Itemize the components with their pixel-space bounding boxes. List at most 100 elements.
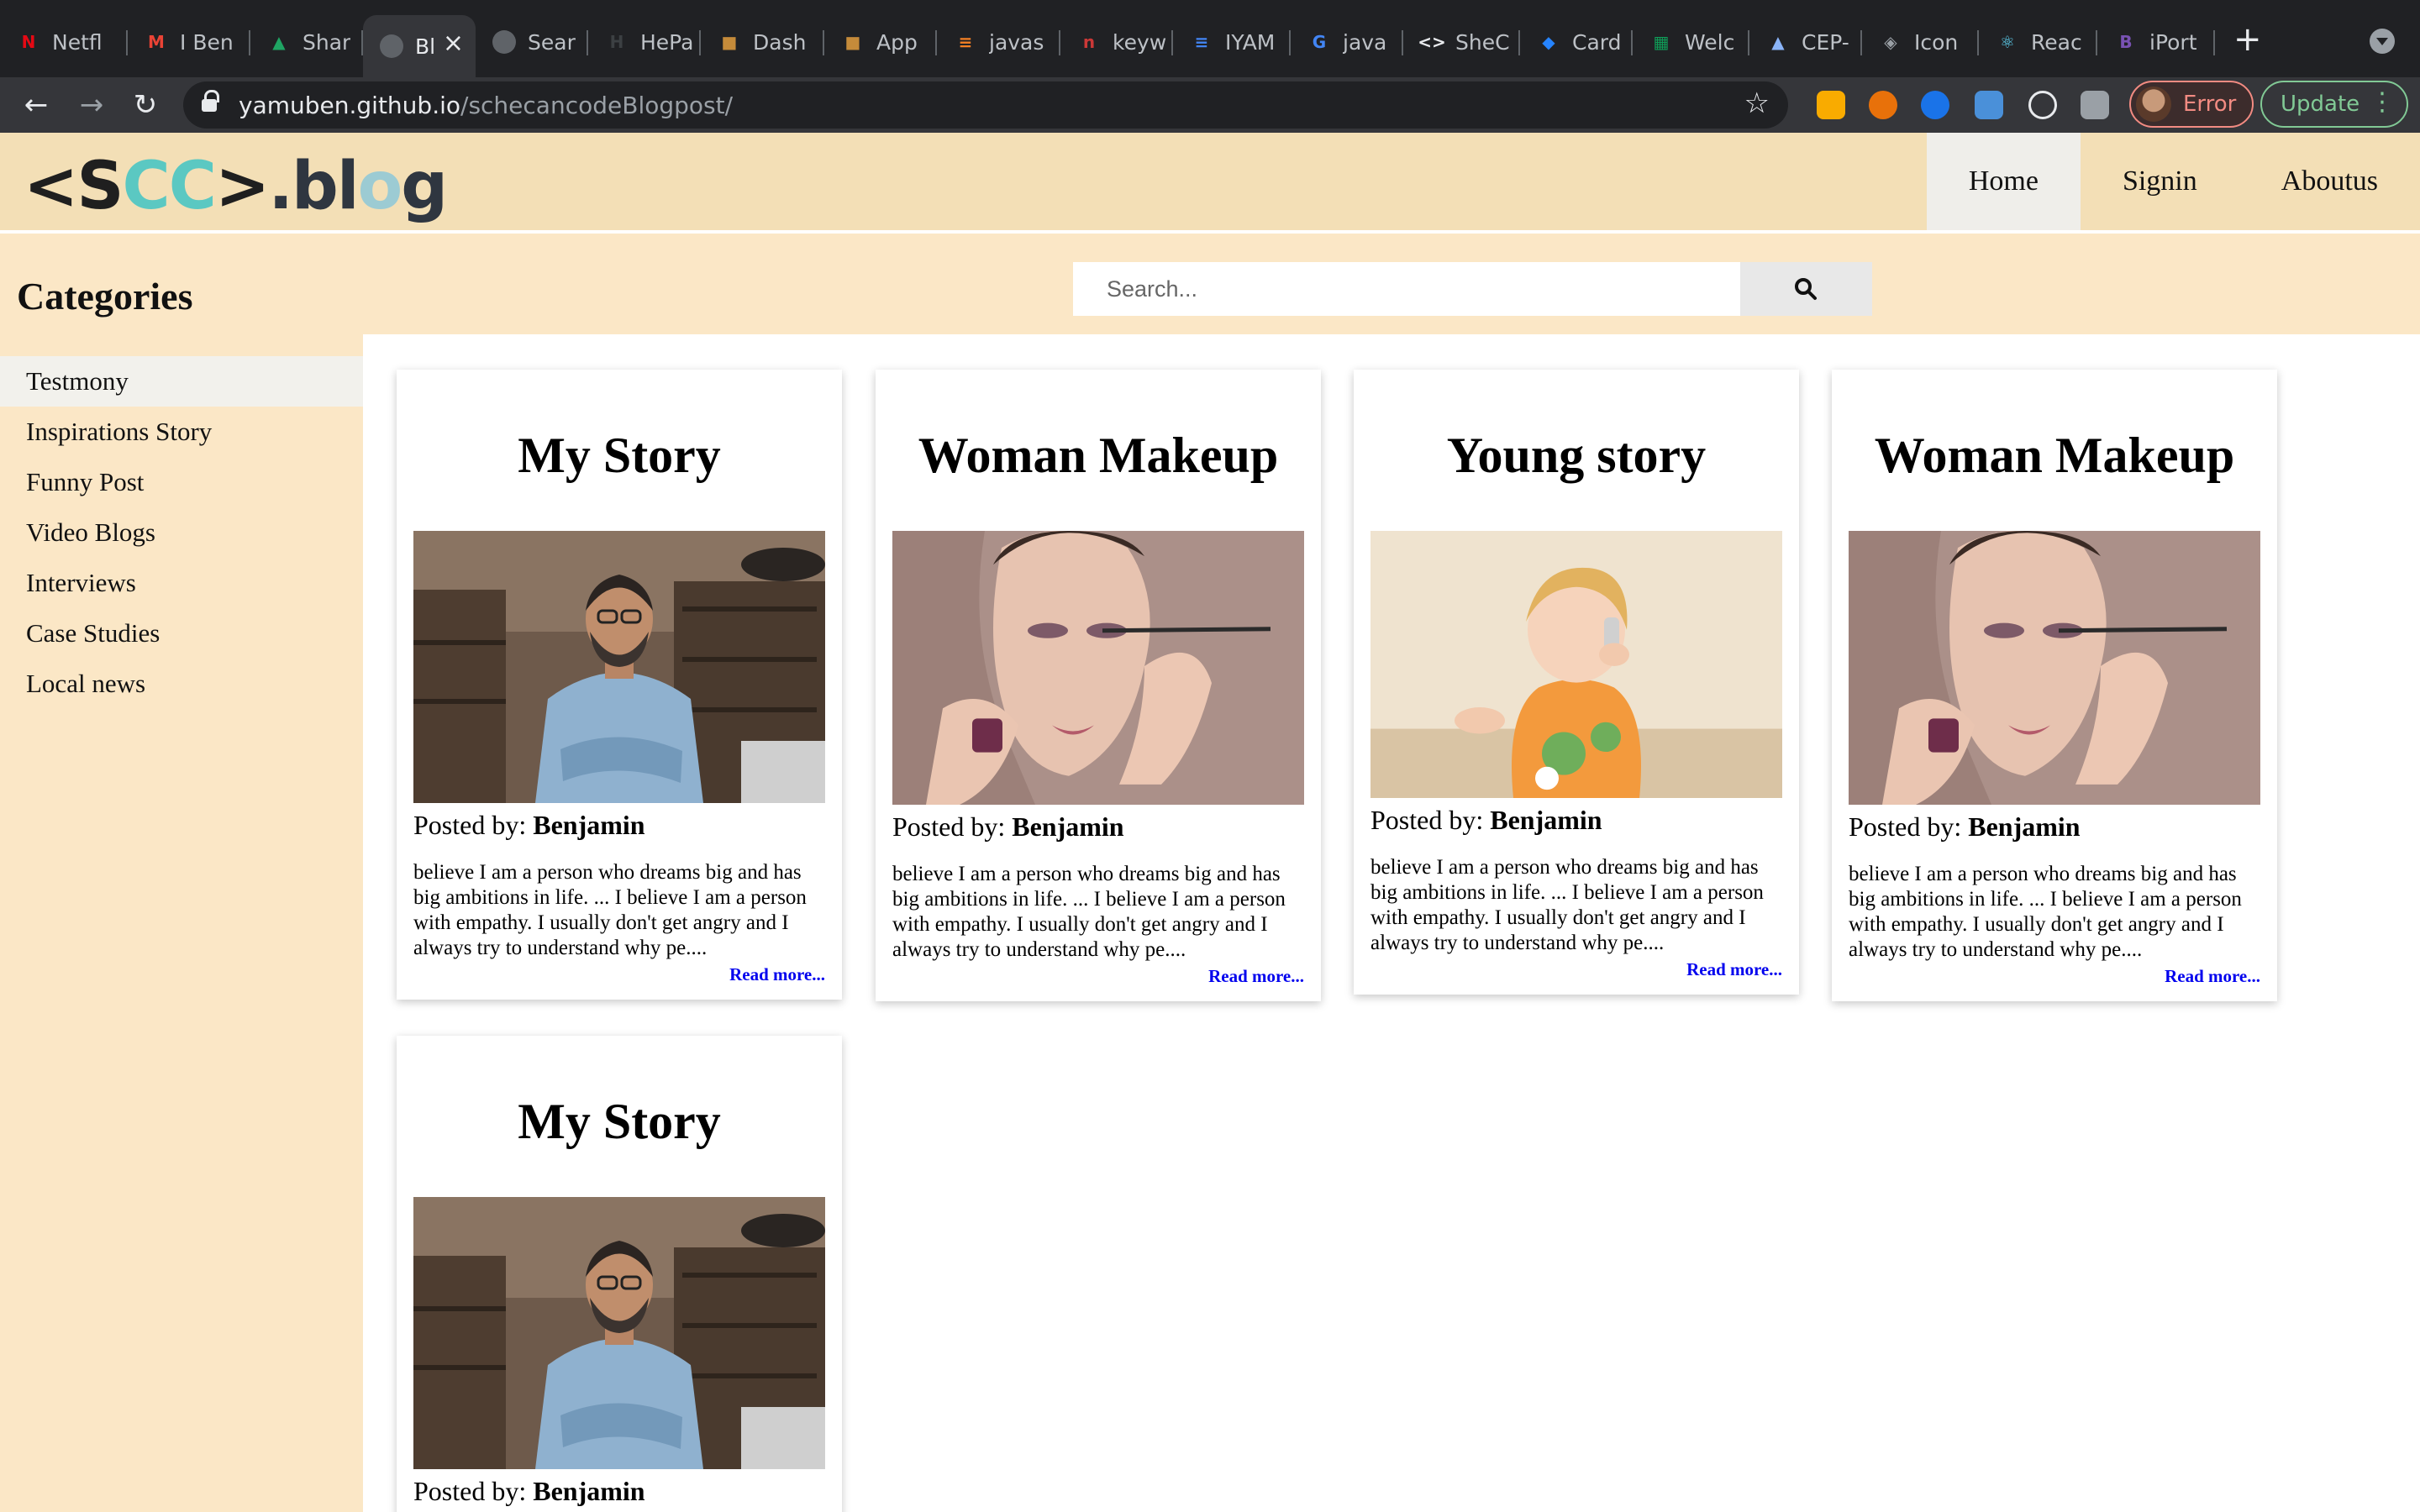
browser-tab[interactable]: ⚛ Reac [1979,15,2097,69]
update-button[interactable]: Update ⋮ [2260,81,2408,128]
browser-tab[interactable]: ■ Dash [701,15,824,69]
new-tab-button[interactable]: + [2233,20,2262,59]
browser-tab[interactable]: N Netfl [0,15,128,69]
post-author-line: Posted by: Benjamin [1370,805,1602,836]
post-title: Young story [1446,428,1707,483]
update-label: Update [2281,92,2360,117]
browser-tab[interactable]: Bl × [363,15,476,77]
read-more-link[interactable]: Read more... [2165,966,2260,987]
browser-tab[interactable]: H HePa [588,15,701,69]
tab-search-button[interactable] [2370,29,2395,54]
browser-tab-title: javas [989,29,1044,55]
profile-error-label: Error [2183,92,2237,117]
react-devtools-icon[interactable] [2028,91,2057,119]
posted-by-label: Posted by: [413,1476,527,1506]
nav-aboutus-link[interactable]: Aboutus [2239,133,2420,230]
browser-tab-title: Welc [1685,29,1735,55]
browser-tab-title: Bl [415,34,436,59]
browser-tab-title: Reac [2031,29,2082,55]
browser-tab[interactable]: ▦ Welc [1633,15,1749,69]
bookmark-star-icon[interactable]: ☆ [1744,87,1770,120]
browser-tab[interactable]: ▲ CEP- [1749,15,1862,69]
post-card[interactable]: My Story Posted by: Benjamin [397,1036,842,1512]
posted-by-label: Posted by: [413,810,527,840]
browser-tab[interactable]: ≡ IYAM [1173,15,1291,69]
browser-tab-title: SheC [1455,29,1510,55]
post-author: Benjamin [533,1476,645,1506]
browser-tab[interactable]: n keyw [1060,15,1173,69]
browser-tab[interactable]: M I Ben [128,15,250,69]
read-more-link[interactable]: Read more... [729,964,825,985]
browser-tab-title: Icon [1914,29,1959,55]
jira-icon: ◆ [1542,32,1555,52]
browser-tab[interactable]: ■ App [824,15,937,69]
posted-by-label: Posted by: [1849,811,1962,842]
globe-icon [380,34,403,58]
category-item[interactable]: Inspirations Story [0,407,363,457]
avatar [2136,87,2171,122]
sheet-icon: ▦ [1653,32,1670,52]
category-item[interactable]: Interviews [0,558,363,608]
browser-tab[interactable]: BiPort [2097,15,2215,69]
site-logo[interactable]: < S C C >. b l o g [24,144,448,228]
categories-title: Categories [17,275,193,318]
read-more-link[interactable]: Read more... [1208,966,1304,987]
browser-tab[interactable]: ▲ Shar [250,15,363,69]
post-title: My Story [518,428,721,483]
nav-home-link[interactable]: Home [1926,133,2081,230]
reload-button[interactable]: ↻ [124,84,166,126]
post-image [1849,531,2260,805]
back-button[interactable]: ← [15,84,57,126]
read-more-link[interactable]: Read more... [1686,959,1782,980]
search-input[interactable] [1073,262,1740,316]
extension-icon[interactable] [1817,91,1845,119]
browser-tab-strip: + N Netfl M I Ben ▲ Shar Bl × Sear H HePa ■ Dash ■ App… [0,0,2420,77]
browser-tab-title: IYAM [1225,29,1276,55]
globe-icon [492,30,516,54]
extension-icon[interactable] [1975,91,2003,119]
netflix-icon: N [21,32,36,52]
browser-tab[interactable]: ≡ javas [937,15,1060,69]
box-icon: ■ [844,32,861,52]
docs-icon: ≡ [1194,32,1209,52]
extension-icon[interactable] [1869,91,1897,119]
browser-tab[interactable]: <> SheC [1403,15,1520,69]
lock-icon[interactable] [202,90,219,113]
category-item[interactable]: Case Studies [0,608,363,659]
forward-button[interactable]: → [71,84,113,126]
puzzle-icon[interactable] [2081,91,2109,119]
browser-tab-title: CEP- [1802,29,1849,55]
browser-tab[interactable]: ◈ Icon [1862,15,1979,69]
browser-tab-title: App [876,29,918,55]
nav-signin-link[interactable]: Signin [2081,133,2239,230]
extension-icon[interactable] [1921,91,1949,119]
category-item[interactable]: Funny Post [0,457,363,507]
browser-tab[interactable]: ◆ Card [1520,15,1633,69]
category-item[interactable]: Video Blogs [0,507,363,558]
post-card[interactable]: Woman Makeup Posted by: Benjamin believe … [876,370,1321,1001]
close-tab-icon[interactable]: × [443,29,464,58]
post-author: Benjamin [533,810,645,840]
browser-tab[interactable]: Gjava [1291,15,1403,69]
bootstrap-icon: B [2119,32,2133,52]
category-item[interactable]: Local news [0,659,363,709]
post-author: Benjamin [1012,811,1124,842]
browser-toolbar: ← → ↻ yamuben.github.io/schecancodeBlogp… [0,77,2420,133]
post-card[interactable]: My Story Posted by: Benjamin believe I am… [397,370,842,1000]
address-bar[interactable]: yamuben.github.io/schecancodeBlogpost/ ☆ [183,81,1788,129]
browser-tab[interactable]: Sear [476,15,588,69]
browser-tab-title: Netfl [52,29,103,55]
search-button[interactable] [1740,262,1872,316]
post-excerpt: believe I am a person who dreams big and… [413,861,807,959]
post-card[interactable]: Young story Posted by: Benjamin believe I… [1354,370,1799,995]
post-author: Benjamin [1490,805,1602,835]
post-title: Woman Makeup [918,428,1279,483]
post-card[interactable]: Woman Makeup Posted by: Benjamin believe … [1832,370,2277,1001]
category-item[interactable]: Testmony [0,356,363,407]
search-icon [1795,278,1817,300]
search-bar [363,234,2420,334]
profile-button[interactable]: Error [2129,81,2254,128]
address-url[interactable]: yamuben.github.io/schecancodeBlogpost/ [239,92,733,119]
more-menu-icon[interactable]: ⋮ [2370,87,2395,117]
categories-sidebar: Categories Testmony Inspirations Story F… [0,234,363,1512]
